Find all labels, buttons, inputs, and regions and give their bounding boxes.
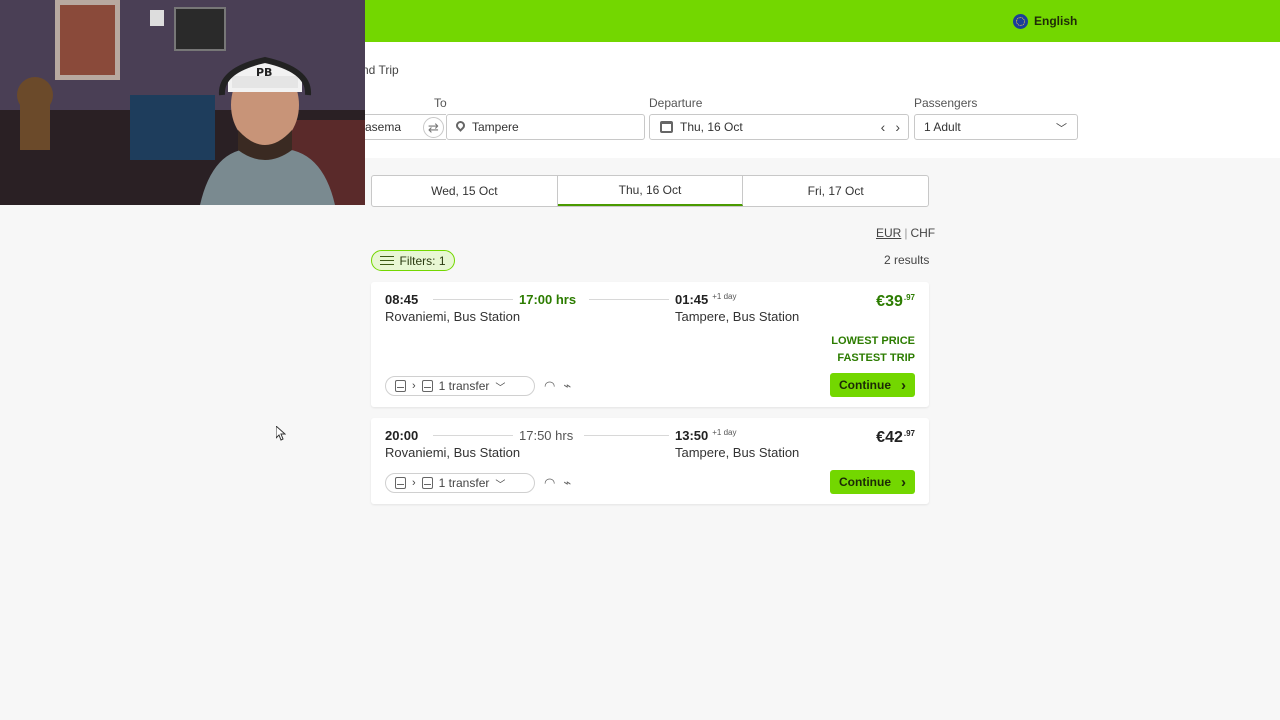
language-selector[interactable]: English bbox=[1013, 12, 1077, 30]
continue-button[interactable]: Continue › bbox=[830, 373, 915, 397]
filters-sliders-icon bbox=[380, 255, 395, 266]
passengers-label: Passengers bbox=[914, 96, 978, 110]
date-tab-selected[interactable]: Thu, 16 Oct bbox=[557, 176, 744, 206]
transfer-label: 1 transfer bbox=[438, 476, 490, 490]
webcam-overlay: PB bbox=[0, 0, 365, 205]
to-value: Tampere bbox=[472, 120, 519, 134]
mouse-cursor-icon bbox=[276, 426, 286, 441]
location-pin-icon bbox=[455, 121, 466, 134]
arrival-time: 13:50 +1 day bbox=[675, 428, 737, 443]
result-card[interactable]: 08:45 17:00 hrs 01:45 +1 day Rovaniemi, B… bbox=[371, 282, 929, 407]
transfer-label: 1 transfer bbox=[438, 379, 490, 393]
chevron-down-icon: ﹀ bbox=[1056, 123, 1067, 135]
filters-label: Filters: 1 bbox=[399, 253, 446, 268]
price: €42.97 bbox=[876, 429, 915, 446]
power-plug-icon: ⌁ bbox=[563, 475, 572, 490]
swap-arrows-icon: ⇄ bbox=[428, 119, 439, 135]
trip-duration: 17:50 hrs bbox=[519, 428, 574, 443]
next-day-indicator: +1 day bbox=[712, 292, 737, 301]
arrival-station: Tampere, Bus Station bbox=[675, 445, 800, 460]
filters-button[interactable]: Filters: 1 bbox=[371, 250, 455, 271]
bus-icon bbox=[421, 380, 433, 392]
route-line bbox=[584, 435, 669, 436]
badge-lowest-price: LOWEST PRICE bbox=[831, 335, 915, 347]
power-plug-icon: ⌁ bbox=[563, 378, 572, 393]
bus-icon bbox=[395, 380, 406, 392]
result-card[interactable]: 20:00 17:50 hrs 13:50 +1 day Rovaniemi, B… bbox=[371, 418, 929, 504]
currency-switch: EUR | CHF bbox=[876, 226, 936, 240]
wifi-icon: ◠ bbox=[544, 475, 556, 490]
badge-fastest-trip: FASTEST TRIP bbox=[837, 352, 915, 364]
continue-button[interactable]: Continue › bbox=[830, 470, 915, 494]
currency-eur[interactable]: EUR bbox=[876, 226, 901, 240]
arrival-time: 01:45 +1 day bbox=[675, 292, 737, 307]
chevron-right-icon: › bbox=[412, 477, 416, 489]
departure-time: 20:00 bbox=[385, 428, 419, 443]
to-field[interactable]: Tampere bbox=[446, 114, 645, 140]
svg-text:PB: PB bbox=[256, 66, 272, 79]
route-line bbox=[433, 299, 513, 300]
to-label: To bbox=[434, 96, 447, 110]
passengers-value: 1 Adult bbox=[924, 120, 961, 134]
continue-label: Continue bbox=[839, 475, 891, 489]
chevron-down-icon: ﹀ bbox=[495, 382, 506, 394]
currency-chf[interactable]: CHF bbox=[910, 226, 935, 240]
amenities: ◠ ⌁ bbox=[544, 475, 571, 491]
language-label: English bbox=[1034, 14, 1078, 28]
arrival-station: Tampere, Bus Station bbox=[675, 309, 800, 324]
route-line bbox=[433, 435, 513, 436]
date-tab-previous[interactable]: Wed, 15 Oct bbox=[372, 176, 558, 206]
route-line bbox=[589, 299, 669, 300]
from-value: asema bbox=[365, 120, 402, 134]
departure-time: 08:45 bbox=[385, 292, 419, 307]
date-tabs: Wed, 15 Oct Thu, 16 Oct Fri, 17 Oct bbox=[371, 175, 929, 207]
chevron-right-icon: › bbox=[412, 380, 416, 392]
calendar-icon bbox=[660, 121, 673, 133]
previous-day-chevron-icon[interactable]: ‹ bbox=[881, 119, 886, 135]
bus-icon bbox=[395, 477, 406, 489]
continue-label: Continue bbox=[839, 378, 891, 392]
trip-duration: 17:00 hrs bbox=[519, 292, 577, 307]
results-count: 2 results bbox=[884, 253, 930, 267]
passengers-select[interactable]: 1 Adult ﹀ bbox=[914, 114, 1078, 140]
departure-station: Rovaniemi, Bus Station bbox=[385, 445, 521, 460]
price: €39.97 bbox=[876, 293, 915, 310]
departure-station: Rovaniemi, Bus Station bbox=[385, 309, 521, 324]
departure-value: Thu, 16 Oct bbox=[680, 120, 743, 134]
departure-label: Departure bbox=[649, 96, 703, 110]
transfer-details-toggle[interactable]: › 1 transfer ﹀ bbox=[385, 376, 535, 396]
trip-type-round-trip[interactable]: nd Trip bbox=[362, 63, 399, 77]
chevron-right-icon: › bbox=[901, 473, 906, 491]
chevron-down-icon: ﹀ bbox=[495, 479, 506, 491]
date-tab-next[interactable]: Fri, 17 Oct bbox=[743, 176, 928, 206]
swap-direction-button[interactable]: ⇄ bbox=[423, 117, 444, 138]
transfer-details-toggle[interactable]: › 1 transfer ﹀ bbox=[385, 473, 535, 493]
eu-flag-icon bbox=[1013, 13, 1028, 29]
next-day-indicator: +1 day bbox=[712, 428, 737, 437]
wifi-icon: ◠ bbox=[544, 378, 556, 393]
bus-icon bbox=[421, 477, 433, 489]
webcam-feed-image: PB bbox=[0, 0, 365, 205]
departure-date-field[interactable]: Thu, 16 Oct ‹ › bbox=[649, 114, 909, 140]
next-day-chevron-icon[interactable]: › bbox=[895, 119, 900, 135]
chevron-right-icon: › bbox=[901, 376, 906, 394]
amenities: ◠ ⌁ bbox=[544, 378, 571, 394]
